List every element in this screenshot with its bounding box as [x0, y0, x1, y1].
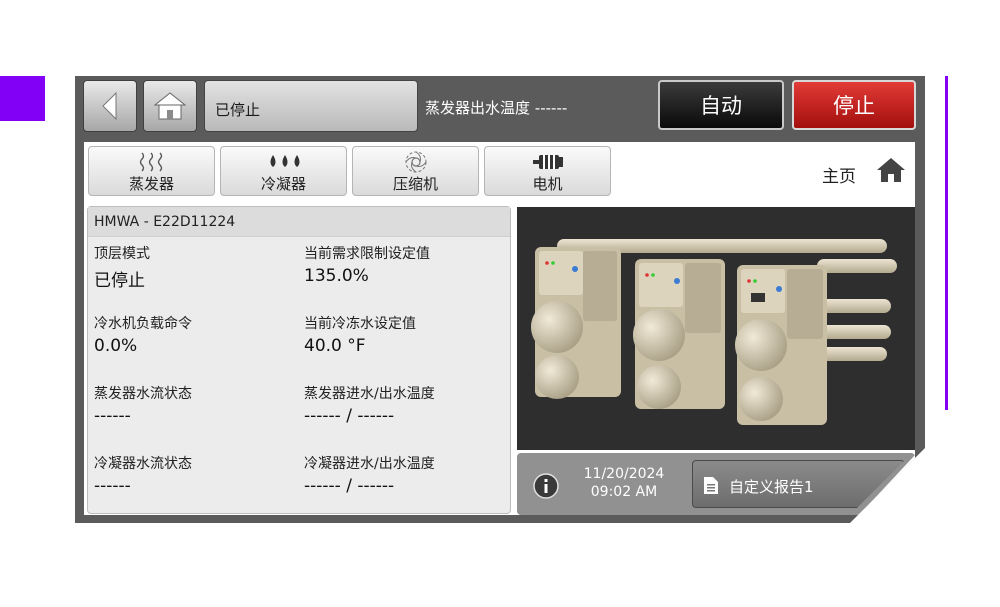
- field-label: 冷水机负载命令: [94, 316, 192, 332]
- field-chiller-load-command: 冷水机负载命令 0.0%: [94, 313, 192, 356]
- field-label: 当前冷冻水设定值: [304, 316, 416, 332]
- field-label: 冷凝器进水/出水温度: [304, 456, 435, 472]
- field-value: ------ / ------: [304, 406, 395, 426]
- evap-leaving-temp-label: 蒸发器出水温度: [425, 99, 531, 117]
- home-link-label[interactable]: 主页: [822, 162, 856, 187]
- tab-motor[interactable]: 电机: [484, 146, 611, 196]
- field-condenser-temps: 冷凝器进水/出水温度 ------ / ------: [304, 453, 435, 496]
- field-label: 顶层模式: [94, 246, 150, 262]
- tab-evaporator-label: 蒸发器: [128, 175, 174, 193]
- home-button[interactable]: [143, 80, 197, 132]
- field-top-level-mode: 顶层模式 已停止: [94, 243, 150, 291]
- condenser-icon: [270, 155, 300, 167]
- back-button[interactable]: [83, 80, 137, 132]
- field-value: ------: [94, 406, 131, 426]
- accent-line: [945, 76, 948, 410]
- chiller-illustration: [531, 239, 897, 425]
- stop-button[interactable]: 停止: [792, 80, 916, 130]
- home-icon: [153, 92, 187, 120]
- back-arrow-icon: [102, 91, 117, 121]
- tab-condenser-label: 冷凝器: [260, 175, 306, 193]
- evap-leaving-temp-value: ------: [534, 99, 568, 117]
- unit-info-panel: HMWA - E22D11224 顶层模式 已停止 当前需求限制设定值 135.…: [87, 206, 511, 514]
- field-value: 0.0%: [94, 336, 138, 356]
- evap-leaving-temp: 蒸发器出水温度 ------: [425, 97, 567, 118]
- field-label: 冷凝器水流状态: [94, 456, 192, 472]
- field-value: 135.0%: [304, 266, 369, 286]
- field-value: 已停止: [94, 271, 145, 291]
- auto-button[interactable]: 自动: [658, 80, 784, 130]
- content-area: 蒸发器 冷凝器 压缩机 电机 主页 HMWA - E22D11224 顶层模式 …: [84, 142, 915, 515]
- tab-compressor[interactable]: 压缩机: [352, 146, 479, 196]
- field-value: ------: [94, 476, 131, 496]
- tab-bar: 蒸发器 冷凝器 压缩机 电机 主页: [84, 142, 915, 204]
- accent-block: [0, 76, 45, 121]
- chiller-panel: 已停止 蒸发器出水温度 ------ 自动 停止 蒸发器 冷凝器 压缩机 电机 …: [75, 76, 925, 523]
- document-icon: [704, 477, 718, 494]
- field-label: 蒸发器水流状态: [94, 386, 192, 402]
- field-chilled-water-setpoint: 当前冷冻水设定值 40.0 °F: [304, 313, 416, 356]
- status-field: 已停止: [204, 80, 418, 132]
- chiller-image: [517, 207, 915, 450]
- tab-evaporator[interactable]: 蒸发器: [88, 146, 215, 196]
- tab-motor-label: 电机: [532, 175, 563, 193]
- footer-inner: 11/20/2024 09:02 AM 自定义报告1: [517, 453, 915, 515]
- info-icon[interactable]: [533, 473, 559, 499]
- field-value: ------ / ------: [304, 476, 395, 496]
- tab-condenser[interactable]: 冷凝器: [220, 146, 347, 196]
- field-label: 蒸发器进水/出水温度: [304, 386, 435, 402]
- time-text: 09:02 AM: [590, 484, 658, 500]
- evaporator-icon: [139, 152, 163, 172]
- date-text: 11/20/2024: [583, 466, 665, 482]
- field-evaporator-temps: 蒸发器进水/出水温度 ------ / ------: [304, 383, 435, 426]
- unit-title: HMWA - E22D11224: [88, 207, 510, 237]
- custom-report-label: 自定义报告1: [729, 478, 814, 496]
- field-evaporator-flow-status: 蒸发器水流状态 ------: [94, 383, 192, 426]
- field-label: 当前需求限制设定值: [304, 246, 430, 262]
- custom-report-button[interactable]: 自定义报告1: [692, 460, 905, 508]
- field-demand-limit-setpoint: 当前需求限制设定值 135.0%: [304, 243, 430, 286]
- compressor-icon: [405, 151, 427, 173]
- tab-compressor-label: 压缩机: [392, 175, 438, 193]
- field-condenser-flow-status: 冷凝器水流状态 ------: [94, 453, 192, 496]
- datetime: 11/20/2024 09:02 AM: [579, 465, 669, 501]
- home-icon[interactable]: [876, 156, 906, 184]
- footer-bar: 11/20/2024 09:02 AM 自定义报告1: [517, 453, 915, 515]
- field-value: 40.0 °F: [304, 336, 366, 356]
- motor-icon: [533, 155, 563, 169]
- top-bar: 已停止 蒸发器出水温度 ------ 自动 停止: [75, 76, 925, 140]
